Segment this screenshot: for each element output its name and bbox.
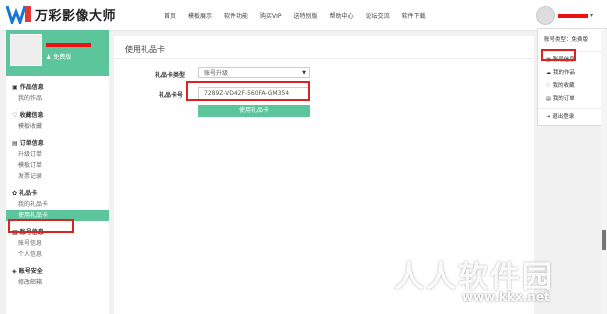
nav-help[interactable]: 帮助中心 [330, 11, 354, 20]
sidebar-item-template-orders[interactable]: 模板订单 [6, 160, 109, 171]
cloud-icon: ☁ [546, 70, 551, 76]
avatar [536, 6, 555, 25]
logo-icon [6, 5, 31, 24]
sidebar-item-change-email[interactable]: 修改邮箱 [6, 277, 109, 288]
brand-name: 万彩影像大师 [35, 8, 117, 24]
redacted-username [46, 43, 91, 47]
chevron-down-icon: ▼ [302, 70, 306, 76]
nav-special-edition[interactable]: 送特别版 [294, 11, 318, 20]
highlight-box [541, 49, 576, 61]
sidebar-item-personal-info[interactable]: 个人信息 [6, 249, 109, 260]
chevron-down-icon: ▾ [590, 12, 594, 19]
dropdown-item-favorites[interactable]: ♡ 我的收藏 [538, 80, 606, 93]
nav-templates[interactable]: 模板展示 [188, 11, 212, 20]
card-number-label: 礼品卡号 [159, 92, 184, 99]
page-title: 使用礼品卡 [125, 45, 165, 54]
card-type-label: 礼品卡类型 [155, 72, 186, 79]
dropdown-item-orders[interactable]: ▤ 我的订单 [538, 93, 606, 106]
avatar[interactable] [10, 34, 42, 66]
dropdown-item-my-works[interactable]: ☁ 我的作品 [538, 67, 606, 80]
profile-card: ♟ 免费版 [6, 30, 109, 76]
heart-icon: ♡ [546, 83, 551, 89]
user-menu-toggle[interactable]: ▾ [536, 6, 593, 25]
main-nav: 首页 模板展示 软件功能 购买VIP 送特别版 帮助中心 论坛交流 软件下载 [164, 0, 438, 30]
divider [114, 58, 534, 59]
highlight-box [186, 81, 310, 101]
sidebar-item-template-favorites[interactable]: 模板收藏 [6, 121, 109, 132]
scrollbar-thumb[interactable] [602, 230, 606, 250]
logout-icon: ⇥ [546, 114, 551, 120]
sidebar: ♟ 免费版 ▣ 作品信息 我的作品 ♡ 收藏信息 模板收藏 ▤ 订单信息 升级订… [6, 30, 109, 314]
section-orders: ▤ 订单信息 [12, 140, 44, 147]
sidebar-item-invoices[interactable]: 发票记录 [6, 171, 109, 182]
user-dropdown-menu: 账号类型：免费版 ▦ 账号信息 ☁ 我的作品 ♡ 我的收藏 ▤ 我的订单 ⇥ 退出登录 [537, 28, 607, 126]
cart-icon: ▤ [12, 140, 20, 147]
brand-logo[interactable]: 万彩影像大师 [6, 4, 116, 24]
nav-download[interactable]: 软件下载 [402, 11, 426, 20]
cart-icon: ▤ [546, 96, 551, 102]
nav-home[interactable]: 首页 [164, 11, 176, 20]
scrollbar[interactable] [601, 30, 607, 314]
nav-buy-vip[interactable]: 购买VIP [260, 11, 282, 20]
sidebar-item-my-works[interactable]: 我的作品 [6, 93, 109, 104]
redacted-username [558, 13, 588, 18]
watermark-url: www.kkx.net [462, 290, 550, 304]
image-icon: ▣ [12, 84, 20, 91]
sidebar-item-upgrade-orders[interactable]: 升级订单 [6, 149, 109, 160]
member-badge: ♟ 免费版 [46, 54, 72, 61]
divider [538, 108, 606, 109]
use-gift-card-button[interactable]: 使用礼品卡 [198, 105, 310, 117]
section-gift-card: ✿ 礼品卡 [12, 190, 38, 197]
nav-forum[interactable]: 论坛交流 [366, 11, 390, 20]
top-header: 万彩影像大师 首页 模板展示 软件功能 购买VIP 送特别版 帮助中心 论坛交流… [0, 0, 607, 31]
dropdown-item-logout[interactable]: ⇥ 退出登录 [538, 111, 606, 124]
section-favorites: ♡ 收藏信息 [12, 112, 44, 119]
card-type-select[interactable]: 账号升级 ▼ [198, 67, 310, 78]
lock-icon: ◈ [12, 268, 19, 275]
highlight-box [8, 219, 74, 233]
card-type-value: 账号升级 [204, 70, 229, 77]
account-type-text: 账号类型：免费版 [544, 37, 589, 43]
section-account-security: ◈ 账号安全 [12, 268, 43, 275]
sidebar-item-account-info[interactable]: 账号信息 [6, 238, 109, 249]
nav-features[interactable]: 软件功能 [224, 11, 248, 20]
section-works: ▣ 作品信息 [12, 84, 44, 91]
sidebar-item-my-gift-cards[interactable]: 我的礼品卡 [6, 199, 109, 210]
